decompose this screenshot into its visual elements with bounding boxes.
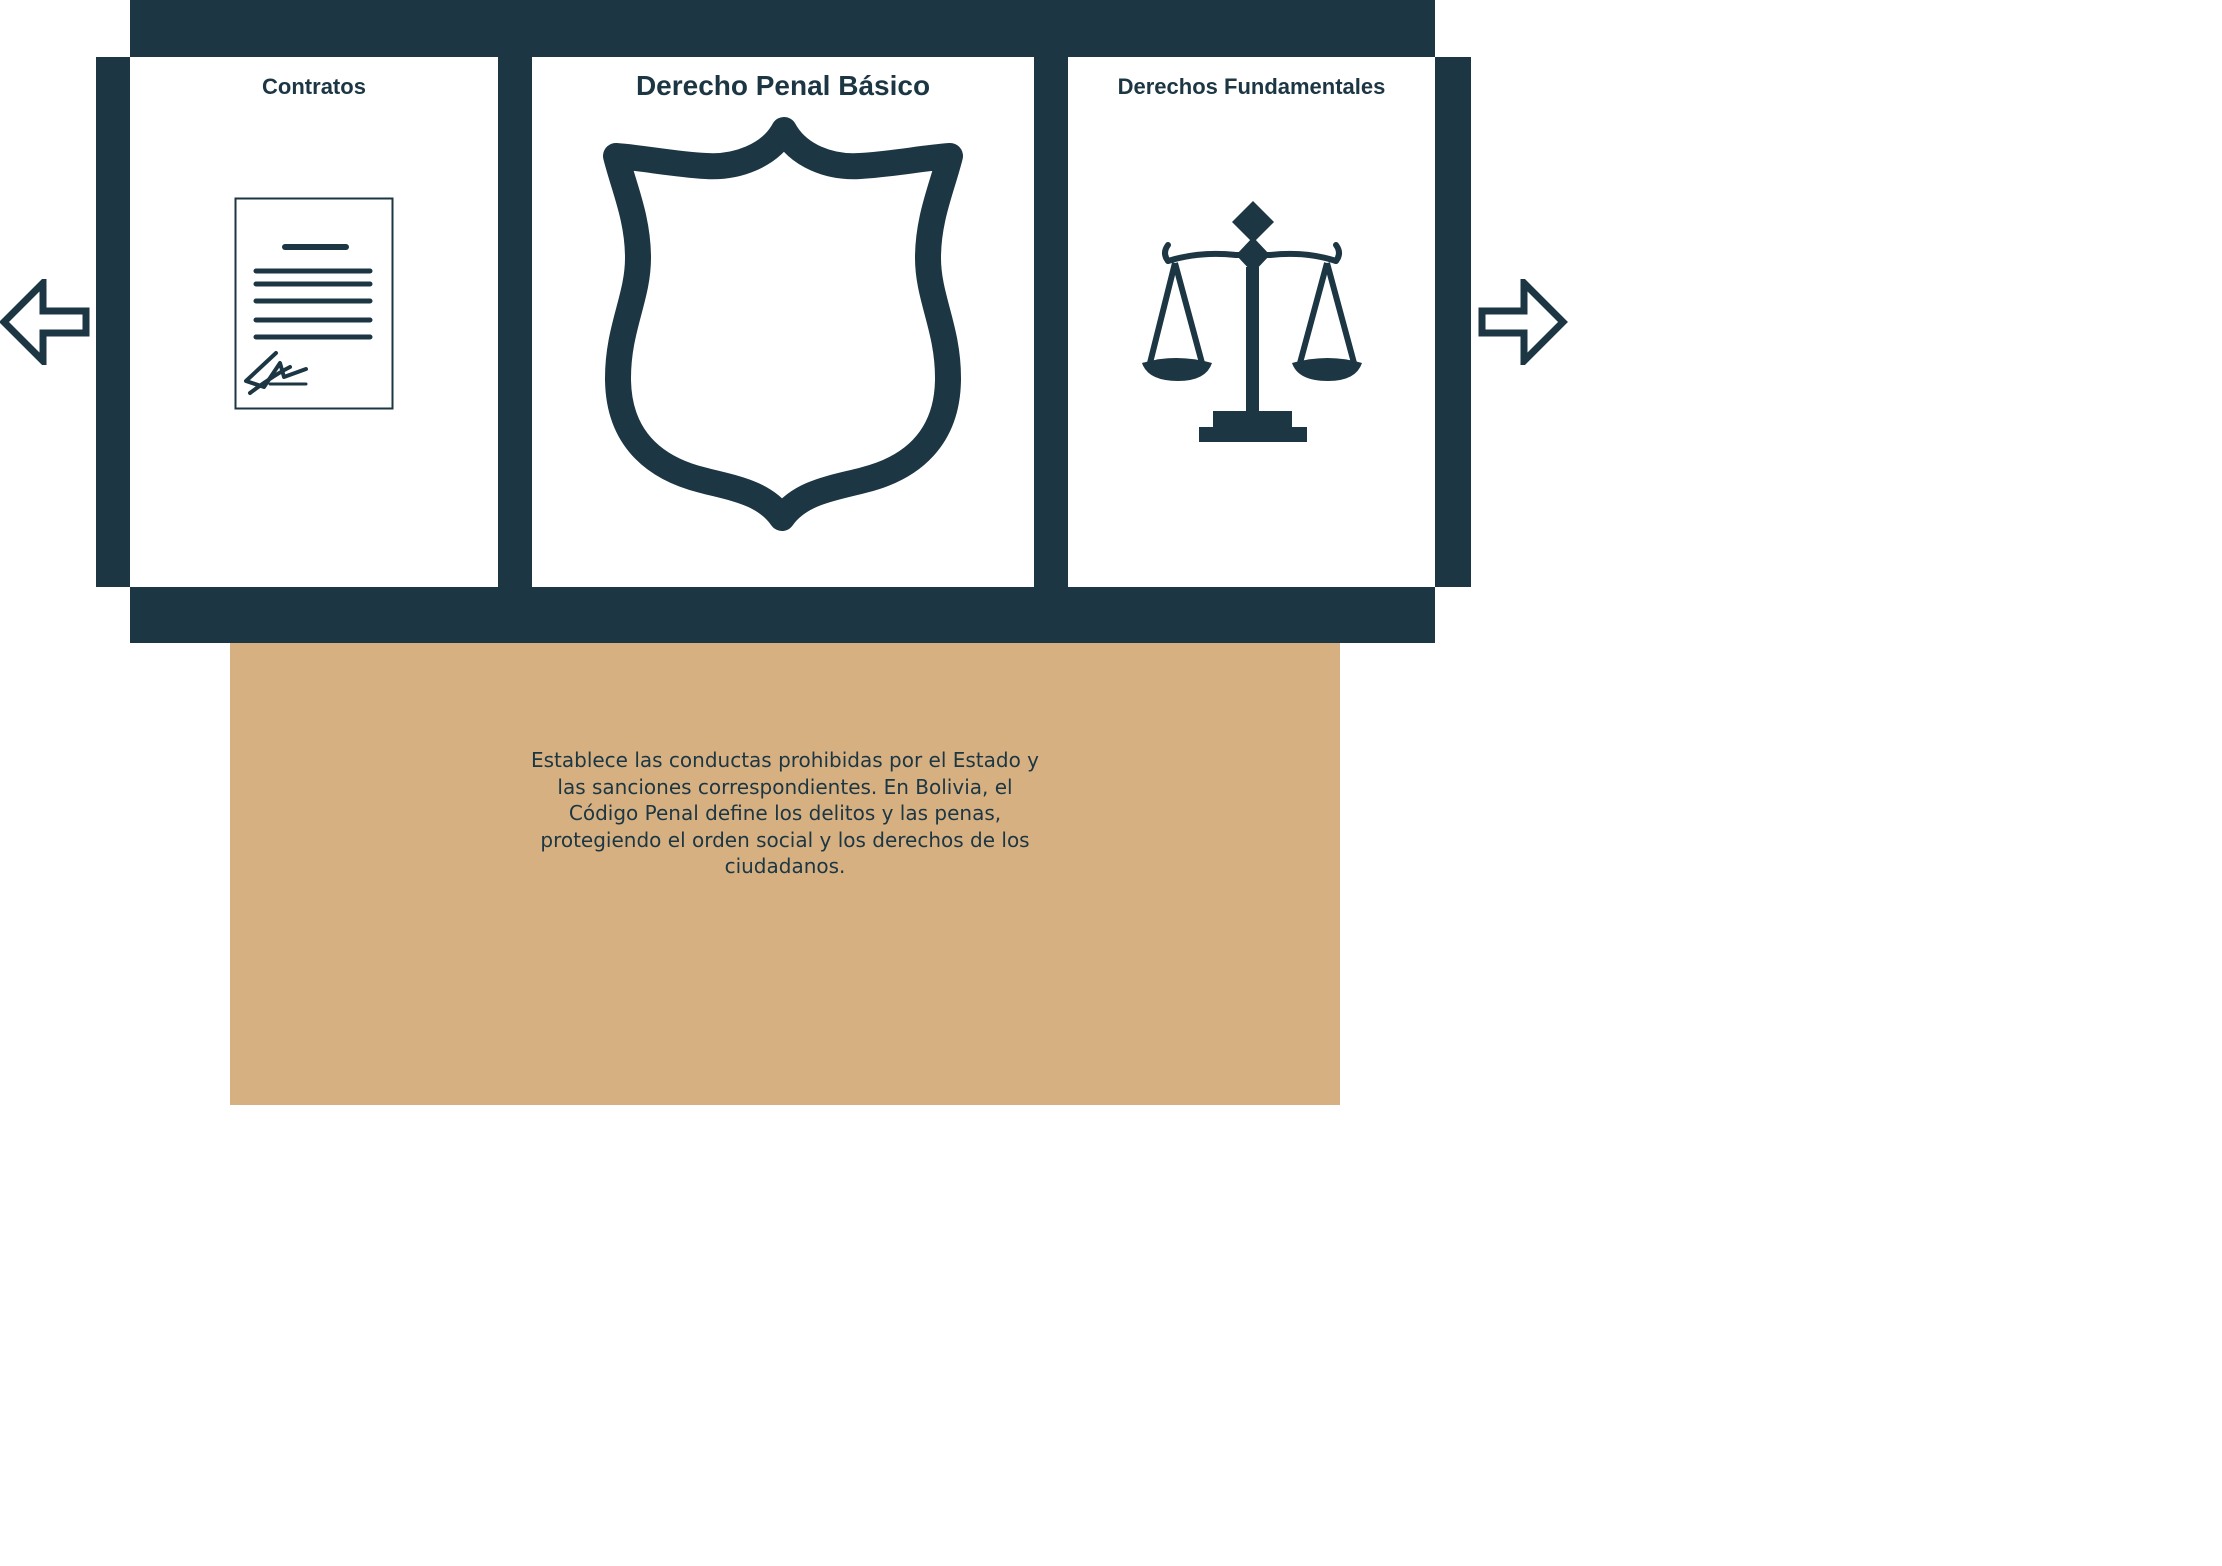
card-title: Contratos (262, 74, 366, 99)
card-title: Derecho Penal Básico (635, 70, 931, 101)
carousel-frame-bottom (130, 587, 1435, 643)
carousel-divider (498, 57, 532, 587)
arrow-left-icon (0, 279, 90, 365)
carousel-frame-right (1435, 57, 1471, 587)
carousel-frame-top (130, 0, 1435, 57)
card-title: Derechos Fundamentales (1117, 74, 1386, 99)
description-text: Establece las conductas prohibidas por e… (530, 748, 1040, 878)
scales-of-justice-icon (1142, 201, 1362, 442)
carousel-frame-left (96, 57, 130, 587)
previous-button[interactable] (0, 279, 90, 365)
description-panel: Establece las conductas prohibidas por e… (230, 643, 1340, 1105)
card-derechos-fundamentales[interactable]: Derechos Fundamentales (1068, 57, 1435, 587)
carousel-divider (1034, 57, 1068, 587)
shield-icon (603, 117, 963, 531)
arrow-right-icon (1478, 279, 1568, 365)
card-contratos[interactable]: Contratos (130, 57, 498, 587)
card-derecho-penal-basico[interactable]: Derecho Penal Básico (532, 57, 1034, 587)
next-button[interactable] (1478, 279, 1568, 365)
signed-document-icon (234, 197, 394, 410)
